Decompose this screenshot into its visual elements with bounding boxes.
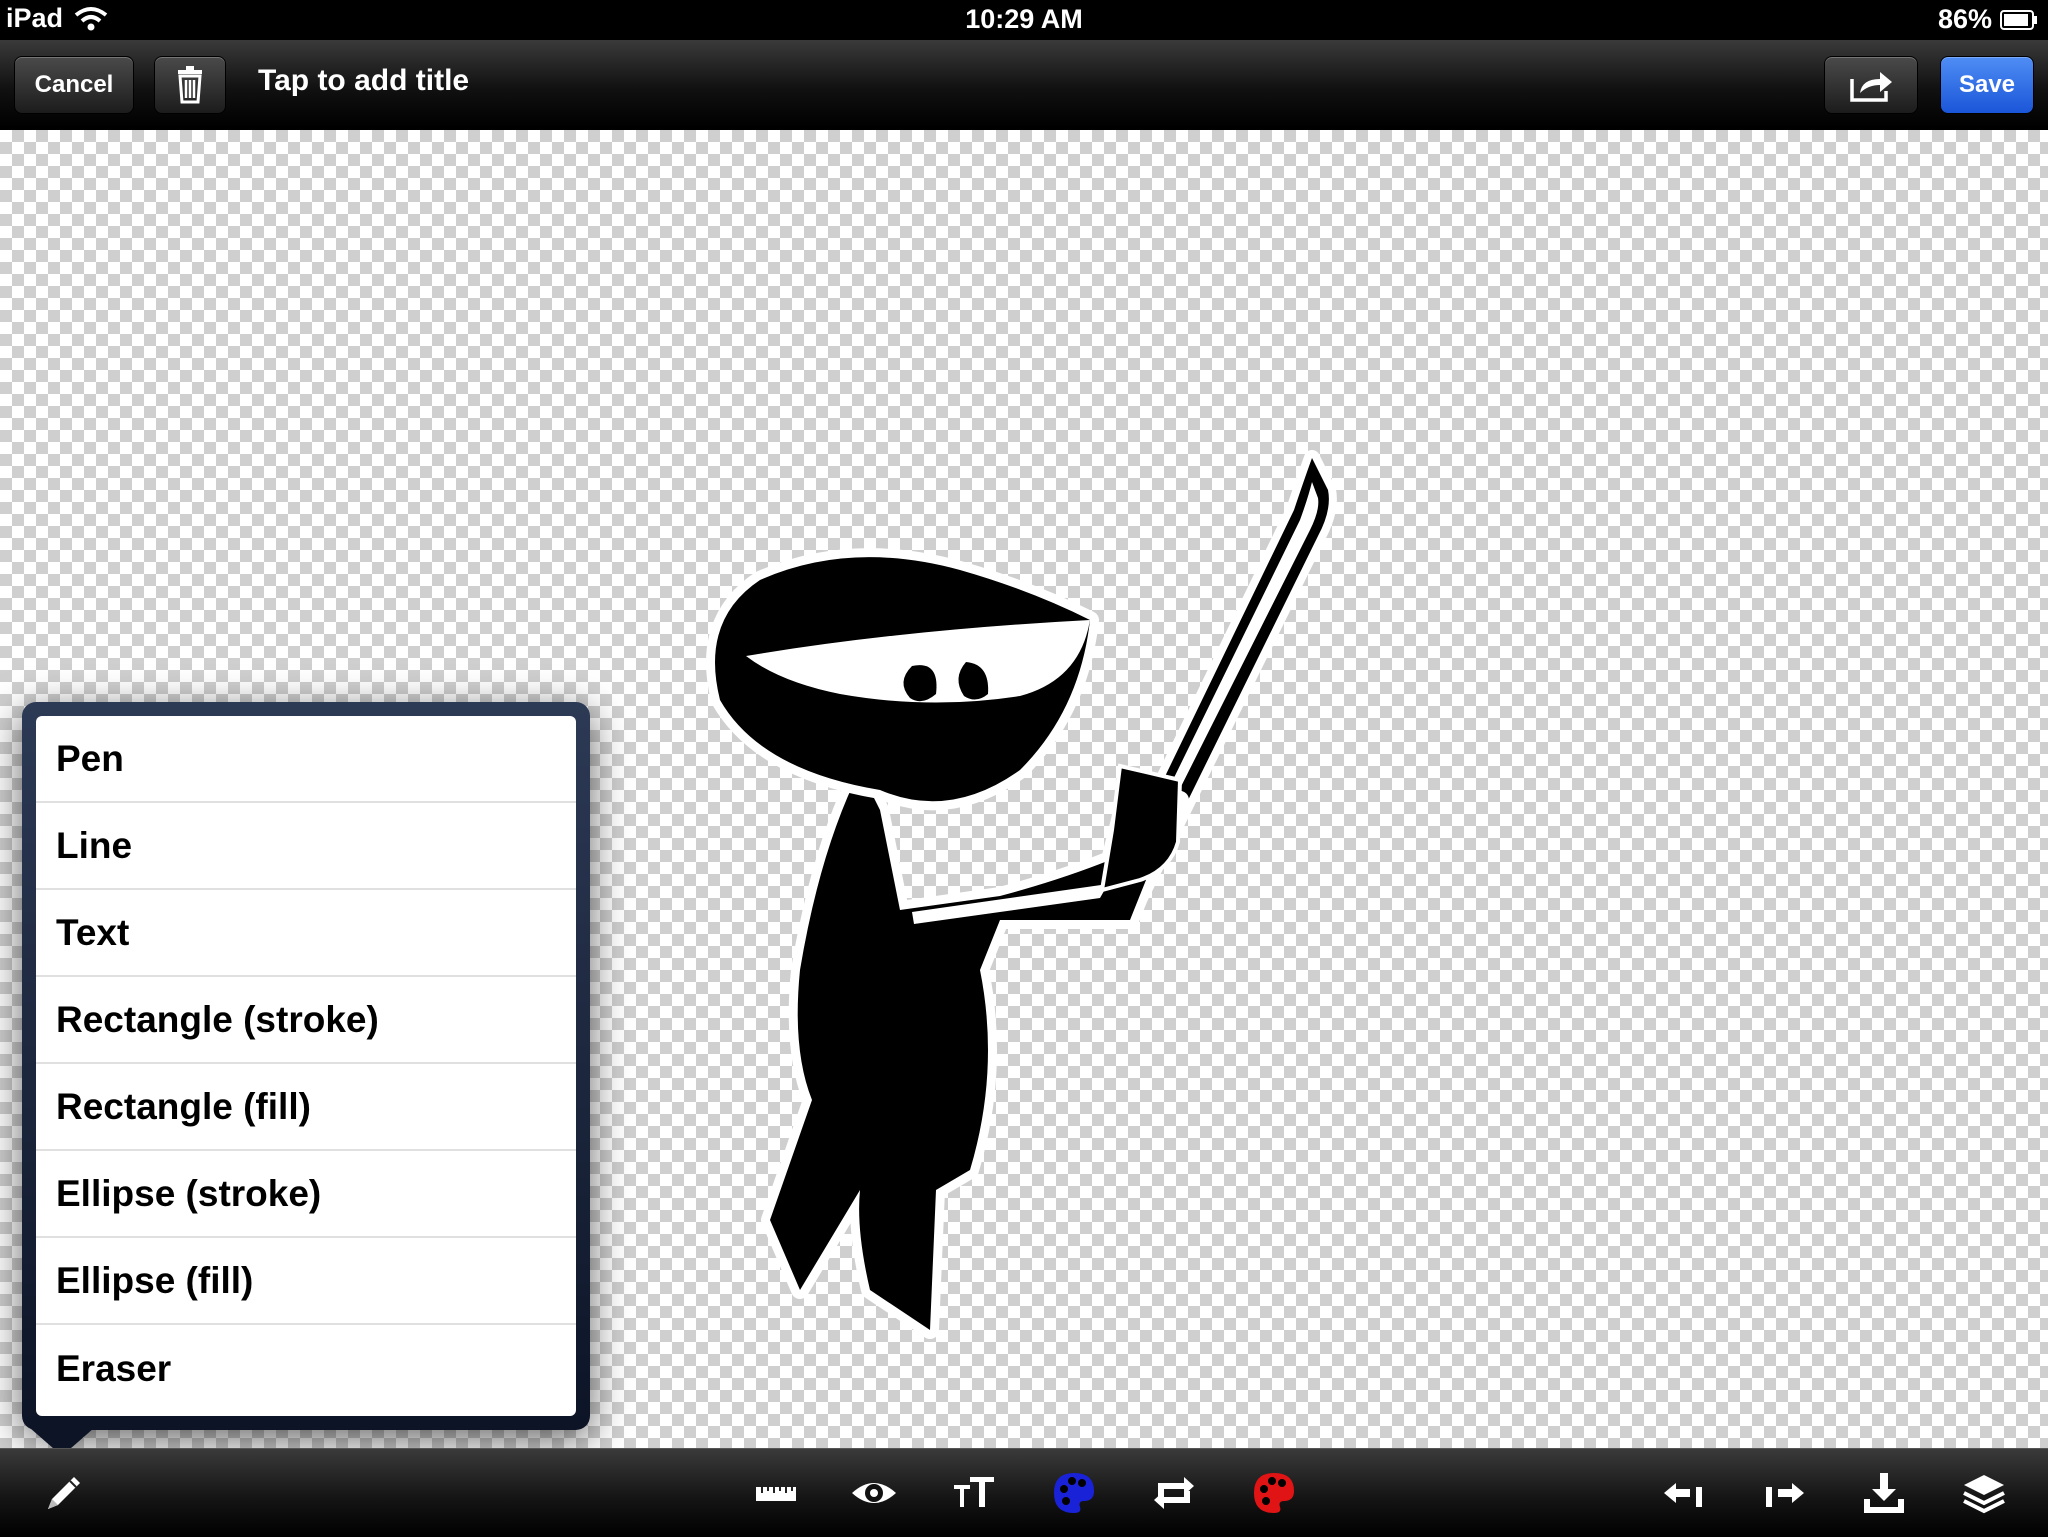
menu-item-ellipse-fill[interactable]: Ellipse (fill) [36, 1238, 576, 1325]
share-icon [1850, 72, 1892, 102]
menu-item-eraser[interactable]: Eraser [36, 1325, 576, 1412]
menu-item-ellipse-stroke[interactable]: Ellipse (stroke) [36, 1151, 576, 1238]
menu-item-text[interactable]: Text [36, 890, 576, 977]
palette-red-icon[interactable] [1250, 1469, 1298, 1517]
tool-popover: Pen Line Text Rectangle (stroke) Rectang… [22, 702, 590, 1430]
drawing-title[interactable]: Tap to add title [258, 64, 469, 98]
status-time: 10:29 AM [965, 4, 1083, 34]
delete-button[interactable] [154, 56, 226, 114]
bottom-toolbar [0, 1448, 2048, 1537]
flip-icon[interactable] [1150, 1469, 1198, 1517]
menu-item-pen[interactable]: Pen [36, 716, 576, 803]
redo-icon[interactable] [1760, 1469, 1808, 1517]
ninja-body [761, 761, 1189, 1339]
eye-icon[interactable] [850, 1469, 898, 1517]
undo-icon[interactable] [1660, 1469, 1708, 1517]
menu-item-rectangle-fill[interactable]: Rectangle (fill) [36, 1064, 576, 1151]
top-toolbar: Cancel Tap to add title Save [0, 40, 2048, 130]
save-button[interactable]: Save [1940, 56, 2034, 114]
ninja-head [706, 548, 1099, 811]
tool-menu: Pen Line Text Rectangle (stroke) Rectang… [36, 716, 576, 1416]
palette-blue-icon[interactable] [1050, 1469, 1098, 1517]
menu-item-rectangle-stroke[interactable]: Rectangle (stroke) [36, 977, 576, 1064]
ninja-drawing [706, 450, 1337, 1339]
status-bar: iPad 10:29 AM 86% [0, 0, 2048, 40]
trash-icon [178, 66, 202, 104]
cancel-button[interactable]: Cancel [14, 56, 134, 114]
menu-item-line[interactable]: Line [36, 803, 576, 890]
layers-icon[interactable] [1960, 1469, 2008, 1517]
ruler-icon[interactable] [752, 1469, 800, 1517]
battery-percent: 86% [1937, 4, 1992, 34]
battery-icon [2000, 10, 2037, 30]
pencil-icon[interactable] [40, 1469, 88, 1517]
share-button[interactable] [1824, 56, 1918, 114]
download-icon[interactable] [1860, 1469, 1908, 1517]
text-size-icon[interactable] [950, 1469, 998, 1517]
